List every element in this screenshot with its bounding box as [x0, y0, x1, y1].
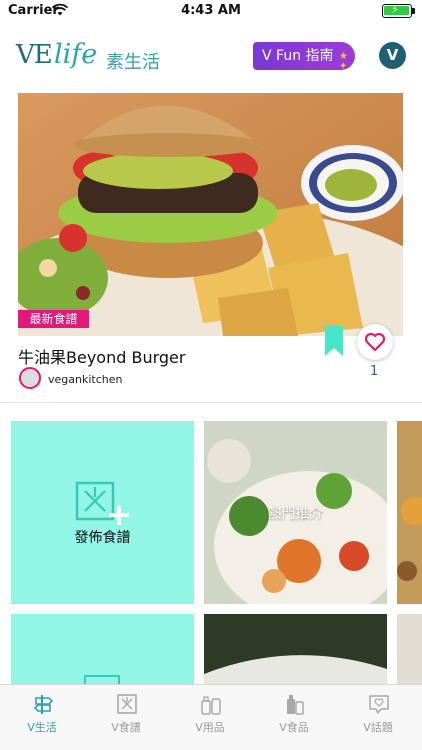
recipe-icon [84, 675, 120, 694]
heart-icon [364, 332, 386, 352]
sparkle-icon: ★ ✦ [339, 51, 348, 72]
tab-v-recipe[interactable]: V食譜 [84, 685, 168, 735]
next-tile-partial[interactable] [397, 421, 422, 604]
photo-tile-2[interactable] [204, 614, 387, 694]
tab-label: V話題 [363, 721, 393, 734]
tab-label: V食品 [279, 721, 309, 734]
recipe-tile-2[interactable] [11, 614, 194, 694]
user-avatar-button[interactable]: V [379, 42, 406, 69]
hot-recommend-tile[interactable]: 熱門推介 [204, 421, 387, 604]
tab-label: V用品 [195, 721, 225, 734]
latest-recipe-badge: 最新食譜 [18, 310, 89, 328]
like-count: 1 [370, 364, 379, 379]
bookmark-icon[interactable] [318, 324, 350, 360]
food-icon [287, 695, 304, 715]
section-divider [0, 402, 422, 403]
author-name[interactable]: vegankitchen [48, 373, 122, 386]
bottom-tab-bar: V生活 V食譜 V用品 V食品 V話題 [0, 684, 422, 750]
author-avatar[interactable] [19, 367, 41, 389]
tab-v-topic[interactable]: V話題 [336, 685, 420, 735]
clock: 4:43 AM [181, 3, 241, 18]
next-tile-partial-2[interactable] [397, 614, 422, 694]
tab-label: V生活 [27, 721, 57, 734]
signpost-icon [33, 695, 54, 714]
battery-icon: ⚡ [382, 3, 416, 18]
hot-recommend-label: 熱門推介 [267, 506, 324, 522]
publish-recipe-label: 發佈食譜 [74, 530, 131, 546]
logo-life: life [54, 39, 98, 70]
tab-v-life[interactable]: V生活 [0, 685, 84, 735]
topic-icon [369, 695, 389, 714]
featured-recipe-image[interactable] [18, 93, 403, 336]
like-button[interactable] [357, 324, 393, 360]
tab-v-products[interactable]: V用品 [168, 685, 252, 735]
publish-recipe-tile[interactable]: 發佈食譜 [11, 421, 194, 604]
status-bar: Carrier 4:43 AM ⚡ [0, 0, 422, 22]
publish-recipe-icon [75, 481, 129, 525]
products-icon [201, 696, 221, 715]
tab-label: V食譜 [111, 721, 141, 734]
tab-v-food[interactable]: V食品 [252, 685, 336, 735]
logo-chinese: 素生活 [106, 52, 160, 73]
recipe-icon [117, 694, 137, 714]
recipe-title[interactable]: 牛油果Beyond Burger [18, 344, 185, 368]
logo-ve: VE [16, 40, 53, 70]
